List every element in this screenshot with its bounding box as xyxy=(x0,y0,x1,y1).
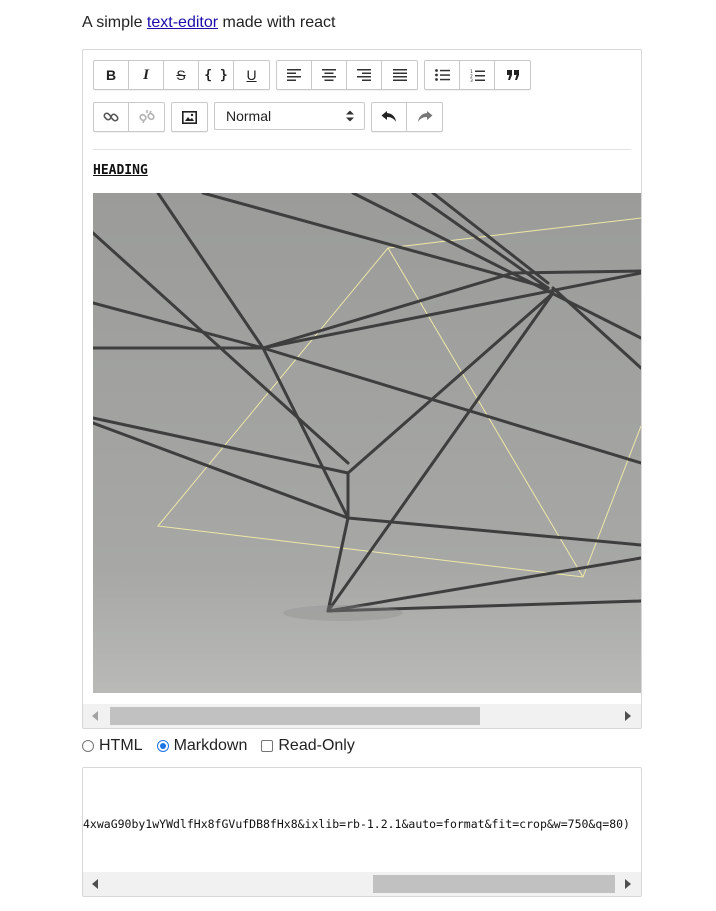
output-scroll-left-arrow-icon[interactable] xyxy=(92,879,98,889)
redo-button[interactable] xyxy=(407,103,442,131)
output-scroll-right-arrow-icon[interactable] xyxy=(625,879,631,889)
strikethrough-icon: S xyxy=(176,67,186,83)
image-icon xyxy=(182,110,197,124)
bold-button[interactable]: B xyxy=(94,61,129,89)
quote-icon xyxy=(506,70,519,80)
remove-link-button[interactable] xyxy=(129,103,164,131)
content-heading: HEADING xyxy=(93,163,148,178)
list-group: 123 xyxy=(424,60,531,90)
blockquote-button[interactable] xyxy=(495,61,530,89)
ordered-list-button[interactable]: 123 xyxy=(460,61,495,89)
unordered-list-button[interactable] xyxy=(425,61,460,89)
rich-text-editor: B I S { } U 1 2 3 Normal HEADING xyxy=(82,49,642,729)
readonly-checkbox[interactable] xyxy=(261,740,274,752)
scroll-right-arrow-icon[interactable] xyxy=(625,711,631,721)
toolbar-row-2: Normal xyxy=(93,102,449,132)
numbered-list-icon: 123 xyxy=(470,69,485,82)
intro-suffix: made with react xyxy=(218,14,336,31)
italic-icon: I xyxy=(143,66,149,83)
align-right-button[interactable] xyxy=(347,61,382,89)
embedded-image[interactable] xyxy=(93,193,641,693)
markdown-radio[interactable] xyxy=(156,740,169,752)
align-right-icon xyxy=(357,69,371,81)
history-group xyxy=(371,102,443,132)
insert-image-button[interactable] xyxy=(172,103,207,131)
undo-icon xyxy=(381,111,396,122)
align-left-button[interactable] xyxy=(277,61,312,89)
underline-button[interactable]: U xyxy=(234,61,269,89)
readonly-option[interactable]: Read-Only xyxy=(261,737,355,755)
align-center-icon xyxy=(322,69,336,81)
image-group xyxy=(171,102,208,132)
scroll-left-arrow-icon[interactable] xyxy=(92,711,98,721)
block-type-select[interactable]: Normal xyxy=(214,102,365,130)
text-editor-link[interactable]: text-editor xyxy=(147,14,218,31)
underline-icon: U xyxy=(246,67,257,83)
align-justify-icon xyxy=(392,69,407,81)
code-button[interactable]: { } xyxy=(199,61,234,89)
select-updown-icon xyxy=(346,110,354,122)
editor-scroll-thumb[interactable] xyxy=(110,707,480,725)
link-group xyxy=(93,102,165,132)
markdown-option-label: Markdown xyxy=(173,737,248,754)
svg-text:3: 3 xyxy=(470,78,473,82)
strikethrough-button[interactable]: S xyxy=(164,61,199,89)
output-format-options: HTML Markdown Read-Only xyxy=(82,737,369,755)
alignment-group xyxy=(276,60,418,90)
add-link-button[interactable] xyxy=(94,103,129,131)
output-horizontal-scrollbar[interactable] xyxy=(83,872,641,896)
readonly-option-label: Read-Only xyxy=(278,737,355,754)
undo-button[interactable] xyxy=(372,103,407,131)
redo-icon xyxy=(417,111,432,122)
wireframe-geometry-illustration xyxy=(93,193,641,693)
html-option-label: HTML xyxy=(99,737,143,754)
toolbar-row-1: B I S { } U 1 2 3 xyxy=(93,60,537,90)
link-icon xyxy=(103,112,119,122)
bold-icon: B xyxy=(105,67,117,83)
unlink-icon xyxy=(138,110,155,124)
output-textarea[interactable]: 4xwaG90by1wYWdlfHx8fGVufDB8fHx8&ixlib=rb… xyxy=(82,767,642,897)
output-text: 4xwaG90by1wYWdlfHx8fGVufDB8fHx8&ixlib=rb… xyxy=(83,817,630,831)
code-icon: { } xyxy=(204,67,228,83)
align-justify-button[interactable] xyxy=(382,61,417,89)
align-left-icon xyxy=(287,69,301,81)
block-type-value: Normal xyxy=(226,108,272,124)
intro-text: A simple text-editor made with react xyxy=(82,13,335,33)
output-scroll-thumb[interactable] xyxy=(373,875,615,893)
html-option[interactable]: HTML xyxy=(82,737,143,755)
html-radio[interactable] xyxy=(82,740,94,752)
markdown-option[interactable]: Markdown xyxy=(156,737,248,755)
intro-prefix: A simple xyxy=(82,14,147,31)
editor-horizontal-scrollbar[interactable] xyxy=(83,704,641,728)
toolbar-divider xyxy=(93,149,631,150)
inline-style-group: B I S { } U xyxy=(93,60,270,90)
bullet-list-icon xyxy=(434,69,450,81)
align-center-button[interactable] xyxy=(312,61,347,89)
italic-button[interactable]: I xyxy=(129,61,164,89)
